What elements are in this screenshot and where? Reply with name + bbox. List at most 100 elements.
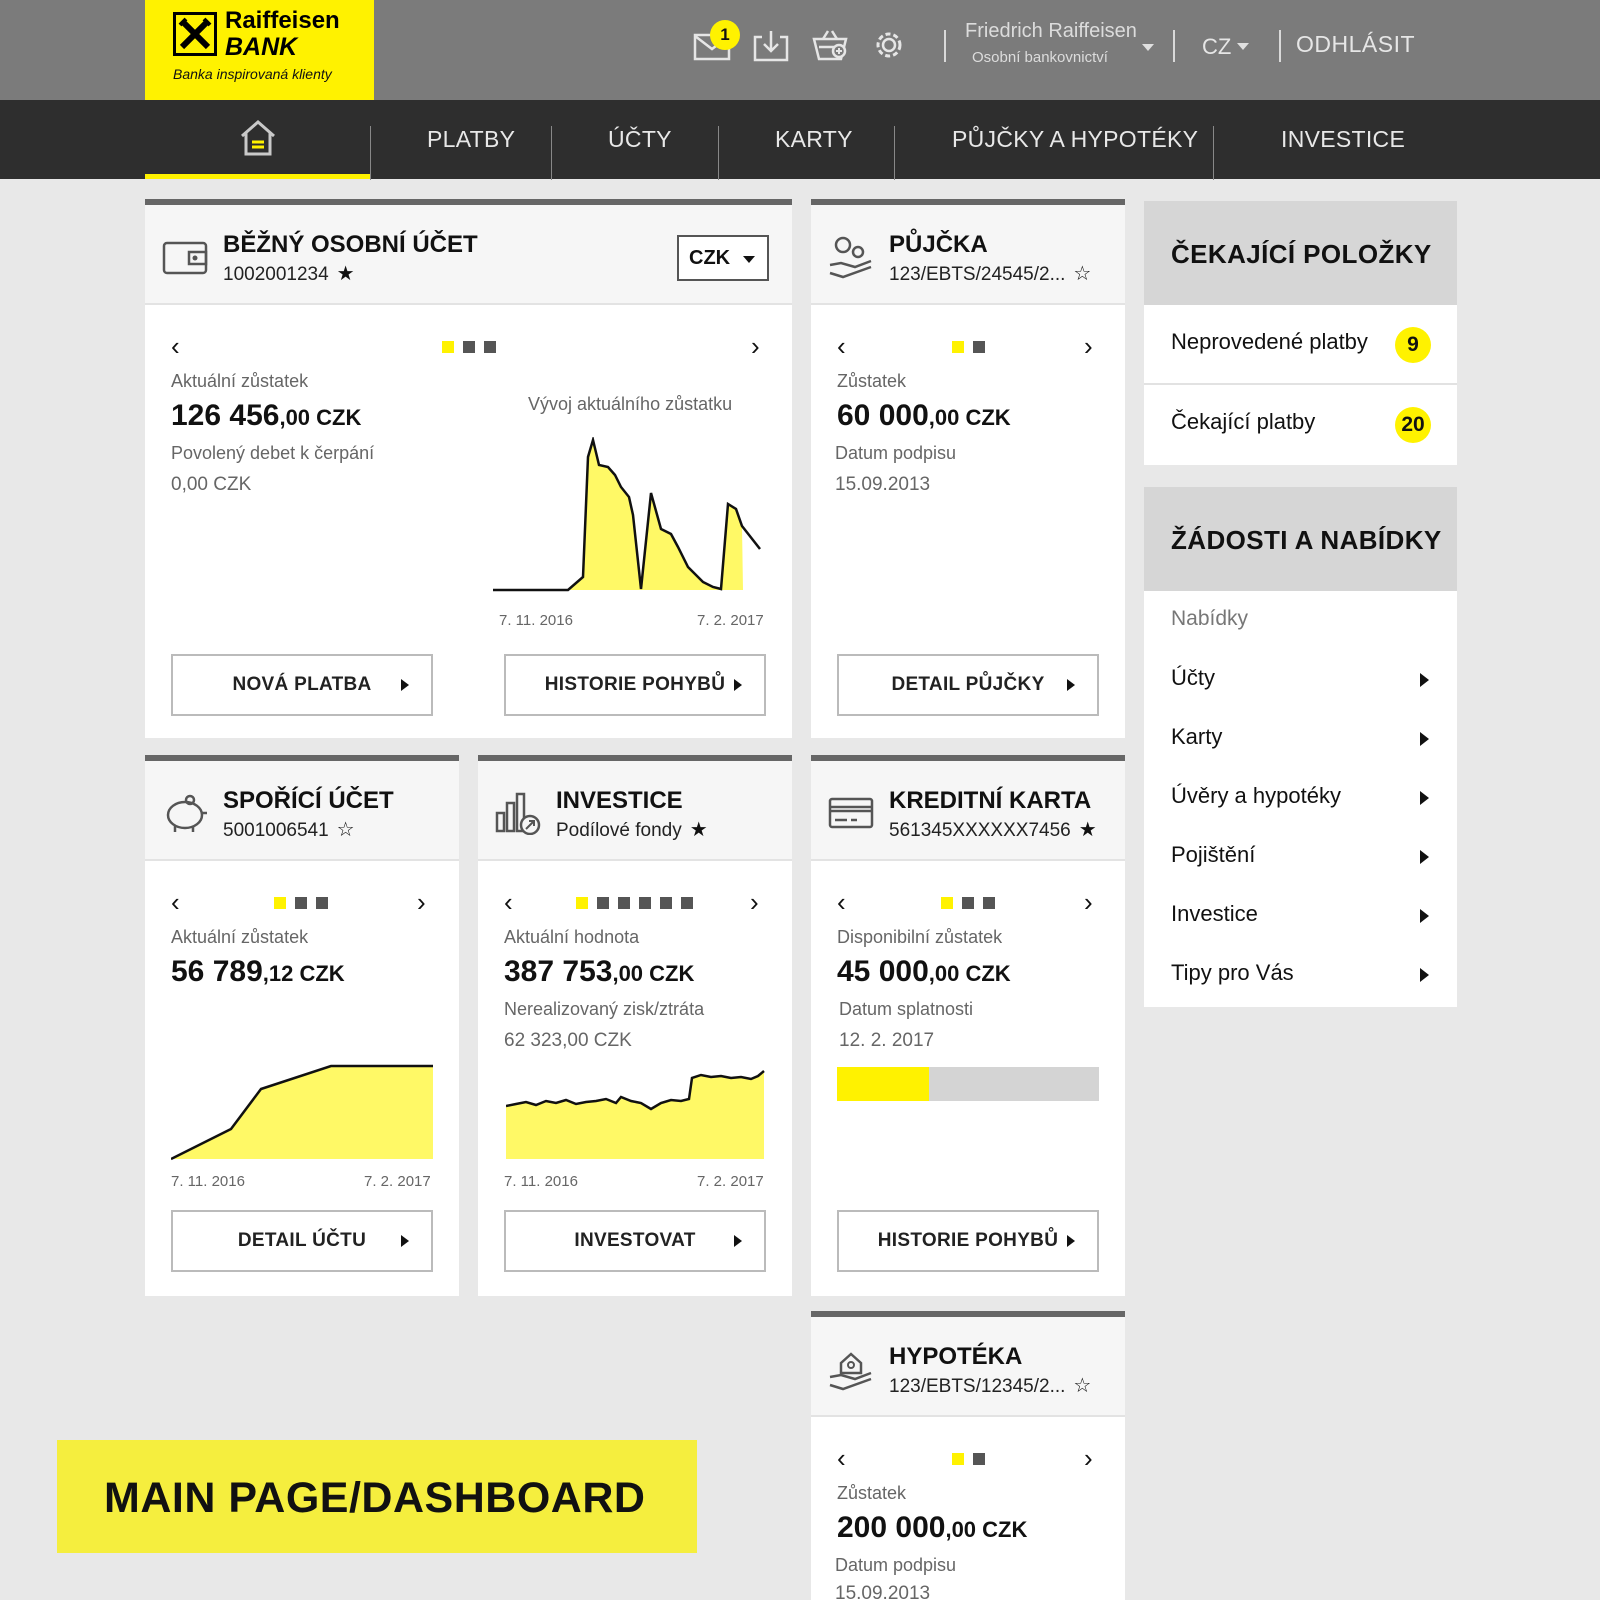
carousel-dot[interactable] bbox=[973, 341, 985, 353]
favorite-star-icon[interactable]: ☆ bbox=[337, 819, 355, 841]
balance-amount-main: 200 000 bbox=[837, 1511, 946, 1544]
favorite-star-icon[interactable]: ☆ bbox=[1073, 263, 1091, 285]
card-history-button[interactable]: HISTORIE POHYBŮ bbox=[837, 1210, 1099, 1272]
overdraft-value: 0,00 CZK bbox=[171, 474, 252, 495]
carousel-dot[interactable] bbox=[639, 897, 651, 909]
language-chevron-down-icon[interactable] bbox=[1237, 43, 1249, 50]
value-amount: 387 753,00 CZK bbox=[504, 955, 694, 989]
account-detail-button[interactable]: DETAIL ÚČTU bbox=[171, 1210, 433, 1272]
favorite-star-icon[interactable]: ★ bbox=[690, 819, 708, 841]
favorite-star-icon[interactable]: ☆ bbox=[1073, 1375, 1091, 1397]
chart-axis-start: 7. 11. 2016 bbox=[499, 612, 573, 629]
nav-item-karty[interactable]: KARTY bbox=[775, 126, 853, 153]
user-menu-chevron-down-icon[interactable] bbox=[1142, 44, 1154, 51]
carousel-dot[interactable] bbox=[484, 341, 496, 353]
carousel-dot[interactable] bbox=[660, 897, 672, 909]
carousel-prev-icon[interactable]: ‹ bbox=[504, 889, 513, 915]
carousel-prev-icon[interactable]: ‹ bbox=[837, 333, 846, 359]
carousel-prev-icon[interactable]: ‹ bbox=[837, 889, 846, 915]
basket-icon[interactable] bbox=[811, 27, 849, 63]
favorite-star-icon[interactable]: ★ bbox=[1079, 819, 1097, 841]
currency-select[interactable]: CZK bbox=[677, 235, 769, 281]
carousel-next-icon[interactable]: › bbox=[417, 889, 426, 915]
carousel-dot[interactable] bbox=[597, 897, 609, 909]
carousel-next-icon[interactable]: › bbox=[1084, 333, 1093, 359]
offer-item-pojisteni[interactable]: Pojištění bbox=[1144, 828, 1457, 887]
nav-home[interactable] bbox=[145, 100, 370, 179]
card-header: HYPOTÉKA 123/EBTS/12345/2... ☆ bbox=[811, 1317, 1125, 1417]
carousel-dot[interactable] bbox=[952, 341, 964, 353]
arrow-right-icon bbox=[734, 679, 742, 691]
carousel-dot[interactable] bbox=[983, 897, 995, 909]
pending-item-waiting-payments[interactable]: Čekající platby 20 bbox=[1144, 385, 1457, 465]
nav-item-pujcky-a-hypoteky[interactable]: PŮJČKY A HYPOTÉKY bbox=[952, 126, 1198, 153]
new-payment-button[interactable]: NOVÁ PLATBA bbox=[171, 654, 433, 716]
carousel-next-icon[interactable]: › bbox=[1084, 1445, 1093, 1471]
download-icon[interactable] bbox=[752, 27, 790, 63]
loan-detail-button[interactable]: DETAIL PŮJČKY bbox=[837, 654, 1099, 716]
button-label: HISTORIE POHYBŮ bbox=[544, 674, 726, 695]
nav-item-platby[interactable]: PLATBY bbox=[427, 126, 515, 153]
card-header: KREDITNÍ KARTA 561345XXXXXX7456 ★ bbox=[811, 761, 1125, 861]
carousel-prev-icon[interactable]: ‹ bbox=[837, 1445, 846, 1471]
card-title[interactable]: KREDITNÍ KARTA bbox=[889, 787, 1091, 815]
carousel-dot[interactable] bbox=[952, 1453, 964, 1465]
carousel-dot[interactable] bbox=[941, 897, 953, 909]
carousel-dot[interactable] bbox=[681, 897, 693, 909]
main-navigation: PLATBY ÚČTY KARTY PŮJČKY A HYPOTÉKY INVE… bbox=[0, 100, 1600, 180]
offer-item-investice[interactable]: Investice bbox=[1144, 887, 1457, 946]
carousel-dot[interactable] bbox=[973, 1453, 985, 1465]
arrow-right-icon bbox=[1420, 673, 1429, 687]
investment-value-chart bbox=[506, 1070, 765, 1159]
loan-hand-icon bbox=[827, 235, 875, 279]
history-button[interactable]: HISTORIE POHYBŮ bbox=[504, 654, 766, 716]
card-title[interactable]: HYPOTÉKA bbox=[889, 1343, 1022, 1371]
count-badge: 20 bbox=[1395, 407, 1431, 443]
balance-history-chart bbox=[493, 437, 761, 592]
carousel-next-icon[interactable]: › bbox=[751, 333, 760, 359]
carousel-dot[interactable] bbox=[442, 341, 454, 353]
carousel-dot[interactable] bbox=[463, 341, 475, 353]
card-title[interactable]: INVESTICE bbox=[556, 787, 683, 815]
balance-label: Aktuální zůstatek bbox=[171, 927, 309, 947]
carousel-dot[interactable] bbox=[962, 897, 974, 909]
user-name[interactable]: Friedrich Raiffeisen bbox=[965, 20, 1137, 43]
offer-item-tipy-pro-vas[interactable]: Tipy pro Vás bbox=[1144, 946, 1457, 1005]
carousel-next-icon[interactable]: › bbox=[750, 889, 759, 915]
carousel-prev-icon[interactable]: ‹ bbox=[171, 889, 180, 915]
card-title[interactable]: PŮJČKA bbox=[889, 231, 988, 259]
invest-button[interactable]: INVESTOVAT bbox=[504, 1210, 766, 1272]
topbar-separator bbox=[1279, 30, 1281, 62]
nav-separator bbox=[894, 126, 895, 180]
card-title[interactable]: SPOŘÍCÍ ÚČET bbox=[223, 787, 394, 815]
balance-amount-small: ,12 CZK bbox=[262, 961, 345, 986]
carousel-dot[interactable] bbox=[618, 897, 630, 909]
nav-item-investice[interactable]: INVESTICE bbox=[1281, 126, 1405, 153]
balance-amount: 200 000,00 CZK bbox=[837, 1511, 1027, 1545]
panel-title: ČEKAJÍCÍ POLOŽKY bbox=[1144, 201, 1457, 305]
logo-bank-text: BANK bbox=[225, 33, 298, 61]
language-select[interactable]: CZ bbox=[1202, 34, 1231, 60]
card-title[interactable]: BĚŽNÝ OSOBNÍ ÚČET bbox=[223, 231, 478, 259]
value-amount-main: 387 753 bbox=[504, 955, 613, 988]
due-date-value: 12. 2. 2017 bbox=[839, 1030, 935, 1051]
bank-logo[interactable]: Raiffeisen BANK Banka inspirovaná klient… bbox=[145, 0, 374, 100]
favorite-star-icon[interactable]: ★ bbox=[337, 263, 355, 285]
logout-link[interactable]: ODHLÁSIT bbox=[1296, 31, 1415, 58]
carousel-next-icon[interactable]: › bbox=[1084, 889, 1093, 915]
carousel-dot[interactable] bbox=[274, 897, 286, 909]
carousel-dot[interactable] bbox=[316, 897, 328, 909]
pending-item-unprocessed-payments[interactable]: Neprovedené platby 9 bbox=[1144, 305, 1457, 385]
arrow-right-icon bbox=[1420, 732, 1429, 746]
gear-icon[interactable] bbox=[870, 27, 908, 63]
carousel-dot[interactable] bbox=[295, 897, 307, 909]
button-label: DETAIL PŮJČKY bbox=[891, 674, 1045, 695]
offer-item-uvery-a-hypoteky[interactable]: Úvěry a hypotéky bbox=[1144, 769, 1457, 828]
offer-item-karty[interactable]: Karty bbox=[1144, 710, 1457, 769]
carousel-prev-icon[interactable]: ‹ bbox=[171, 333, 180, 359]
balance-amount-main: 60 000 bbox=[837, 399, 929, 432]
arrow-right-icon bbox=[1420, 850, 1429, 864]
nav-item-ucty[interactable]: ÚČTY bbox=[608, 126, 672, 153]
offer-item-ucty[interactable]: Účty bbox=[1144, 651, 1457, 710]
carousel-dot[interactable] bbox=[576, 897, 588, 909]
